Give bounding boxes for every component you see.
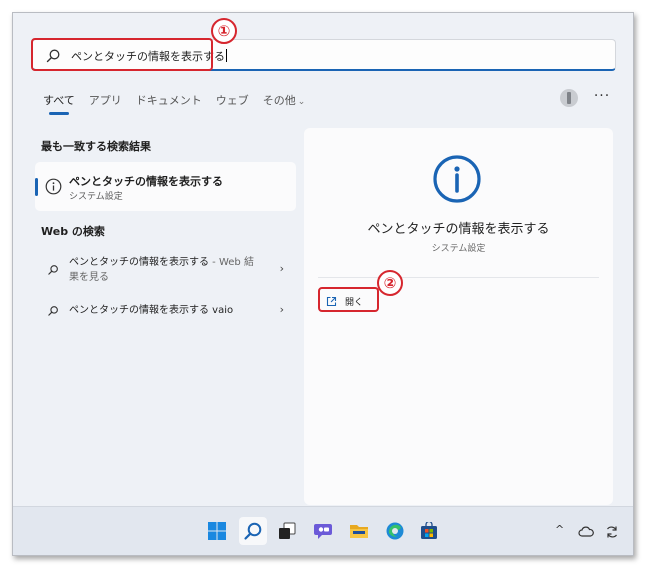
task-view-button[interactable] <box>273 517 301 545</box>
best-match-result[interactable]: ペンとタッチの情報を表示する システム設定 <box>35 162 296 211</box>
info-icon <box>433 155 481 203</box>
taskbar-search-button[interactable] <box>239 517 267 545</box>
edge-browser-icon <box>386 522 404 540</box>
search-panel: ペンとタッチの情報を表示する ① すべて アプリ ドキュメント ウェブ その他 ⌄… <box>13 13 633 506</box>
preview-subtitle: システム設定 <box>431 244 486 254</box>
annotation-box-open <box>318 287 379 312</box>
tray-chevron-up-icon[interactable]: ^ <box>555 523 564 536</box>
folder-icon <box>350 525 368 538</box>
task-view-icon <box>279 522 296 539</box>
annotation-box-search <box>31 38 213 71</box>
web-result[interactable]: ペンとタッチの情報を表示する - Web 結果を見る › <box>35 253 296 289</box>
web-result-text: ペンとタッチの情報を表示する - Web 結果を見る <box>69 257 254 283</box>
store-button[interactable] <box>415 517 443 545</box>
chevron-right-icon: › <box>279 303 284 316</box>
search-icon <box>244 522 262 540</box>
windows-icon <box>208 522 226 540</box>
tab-documents[interactable]: ドキュメント <box>136 93 202 115</box>
start-button[interactable] <box>203 517 231 545</box>
web-search-heading: Web の検索 <box>41 225 105 238</box>
chevron-right-icon: › <box>279 262 284 275</box>
screenshot-frame: ペンとタッチの情報を表示する ① すべて アプリ ドキュメント ウェブ その他 ⌄… <box>12 12 634 556</box>
best-match-title: ペンとタッチの情報を表示する <box>69 175 223 188</box>
web-result-text: ペンとタッチの情報を表示する vaio <box>69 305 234 316</box>
search-icon <box>48 265 58 275</box>
chat-icon <box>314 524 332 539</box>
best-match-heading: 最も一致する検索結果 <box>41 140 151 153</box>
more-options-button[interactable]: ··· <box>591 89 613 107</box>
preview-title: ペンとタッチの情報を表示する <box>367 222 550 237</box>
store-icon <box>421 522 437 539</box>
tab-more[interactable]: その他 ⌄ <box>263 93 306 115</box>
best-match-subtitle: システム設定 <box>69 192 123 202</box>
info-icon <box>45 178 62 195</box>
preview-pane: ペンとタッチの情報を表示する システム設定 開く ② <box>304 128 613 505</box>
edge-button[interactable] <box>381 517 409 545</box>
chat-button[interactable] <box>309 517 337 545</box>
taskbar: ^ <box>13 506 633 555</box>
annotation-badge-1: ① <box>211 18 237 44</box>
tab-apps[interactable]: アプリ <box>89 93 122 115</box>
avatar[interactable] <box>560 89 578 107</box>
tab-web[interactable]: ウェブ <box>216 93 249 115</box>
cloud-icon[interactable] <box>578 526 594 538</box>
chevron-down-icon: ⌄ <box>297 97 306 107</box>
text-caret <box>226 49 227 62</box>
filter-tabs: すべて アプリ ドキュメント ウェブ その他 ⌄ <box>43 93 305 117</box>
web-result[interactable]: ペンとタッチの情報を表示する vaio › <box>35 300 296 324</box>
selection-indicator <box>35 178 38 196</box>
divider <box>318 277 599 278</box>
file-explorer-button[interactable] <box>345 517 373 545</box>
sync-icon[interactable] <box>605 525 619 539</box>
search-icon <box>48 306 58 316</box>
tab-all[interactable]: すべて <box>43 93 75 115</box>
annotation-badge-2: ② <box>377 270 403 296</box>
